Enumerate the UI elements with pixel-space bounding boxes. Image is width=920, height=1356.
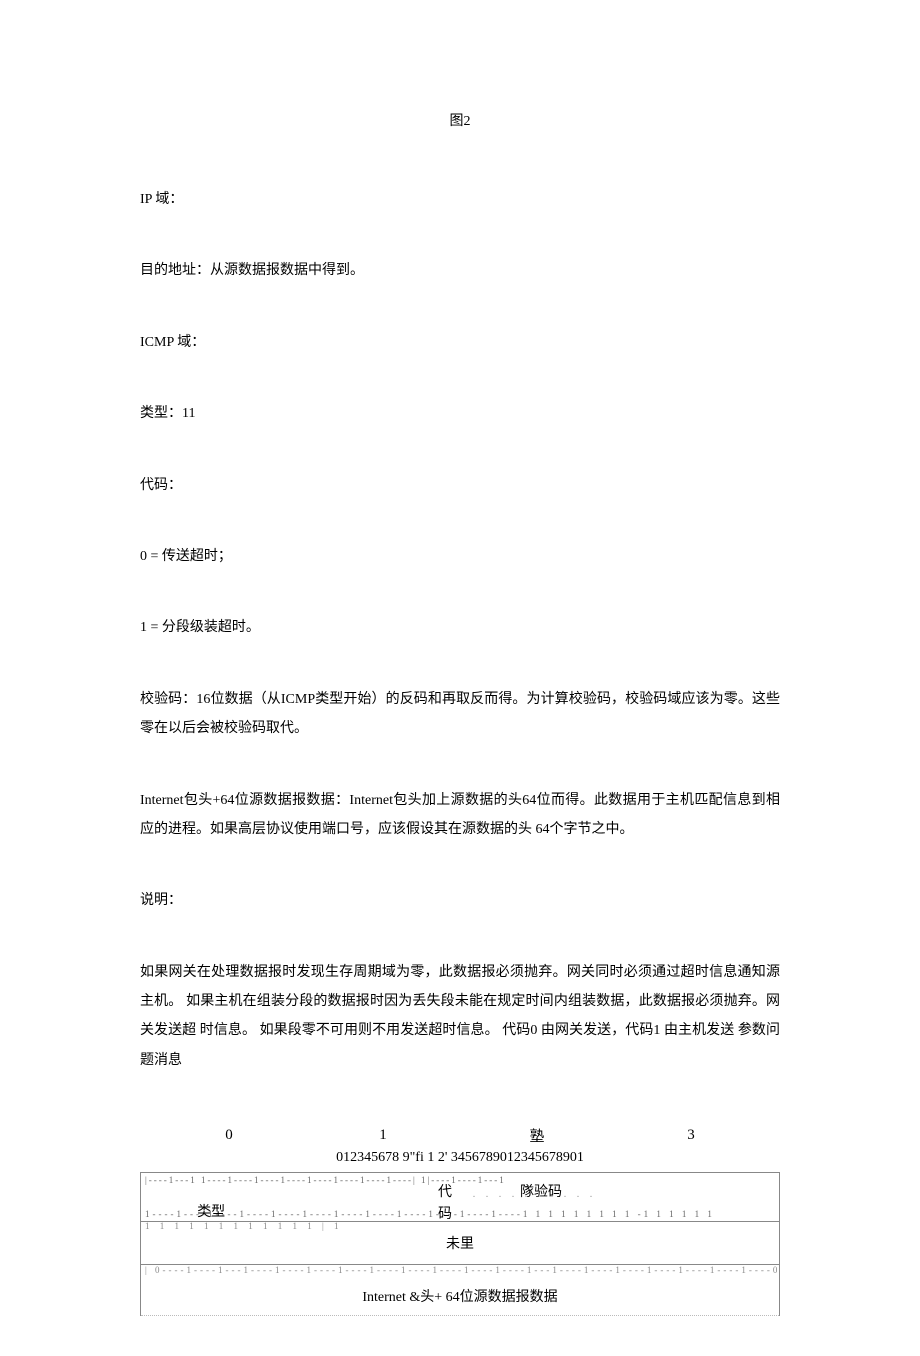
icmp-domain-heading: ICMP 域： <box>140 328 780 357</box>
header64-para: Internet包头+64位源数据报数据：Internet包头加上源数据的头64… <box>140 786 780 845</box>
ticks-r2-top: 1 1 1 1 1 1 1 1 1 1 1 1 | 1 <box>141 1221 779 1231</box>
diagram-bit-ruler: 012345678 9"fi 1 2' 3456789012345678901 <box>140 1150 780 1166</box>
diagram-col-3: 3 <box>614 1127 768 1148</box>
ticks-mid: 1----1----1----1----1----1----1----1----… <box>141 1209 779 1219</box>
field-internet-header: Internet &头+ 64位源数据报数据 <box>362 1286 557 1306</box>
diagram-header-row: 0 1 塾 3 <box>140 1127 780 1150</box>
field-unused: 未里 <box>446 1233 474 1253</box>
code-0-line: 0 = 传送超时； <box>140 542 780 571</box>
description-body: 如果网关在处理数据报时发现生存周期域为零，此数据报必须抛弃。网关同时必须通过超时… <box>140 958 780 1076</box>
checksum-para: 校验码：16位数据（从ICMP类型开始）的反码和再取反而得。为计算校验码，校验码… <box>140 685 780 744</box>
code-1-line: 1 = 分段级装超时。 <box>140 613 780 642</box>
diagram-col-1: 1 <box>306 1127 460 1148</box>
code-label: 代码： <box>140 471 780 500</box>
figure-label: 图2 <box>140 110 780 130</box>
dest-address-para: 目的地址：从源数据报数据中得到。 <box>140 256 780 285</box>
diagram-col-2: 塾 <box>460 1125 614 1146</box>
packet-box: |----1---1 1----1----1----1----1----1---… <box>140 1172 780 1316</box>
checksum-dots: . . . . . . . . . . <box>473 1189 597 1200</box>
packet-row-2: 1 1 1 1 1 1 1 1 1 1 1 1 | 1 未里 <box>141 1222 779 1265</box>
packet-diagram: 0 1 塾 3 012345678 9"fi 1 2' 345678901234… <box>140 1117 780 1316</box>
document-page: 图2 IP 域： 目的地址：从源数据报数据中得到。 ICMP 域： 类型：11 … <box>0 0 920 1356</box>
type-line: 类型：11 <box>140 399 780 428</box>
packet-row-1: |----1---1 1----1----1----1----1----1---… <box>141 1173 779 1222</box>
ip-domain-heading: IP 域： <box>140 185 780 214</box>
diagram-col-0: 0 <box>152 1127 306 1148</box>
description-label: 说明： <box>140 886 780 915</box>
ticks-r3-top: | 0----1----1---1----1----1----1----1---… <box>141 1265 779 1275</box>
packet-row-3: | 0----1----1---1----1----1----1----1---… <box>141 1265 779 1316</box>
